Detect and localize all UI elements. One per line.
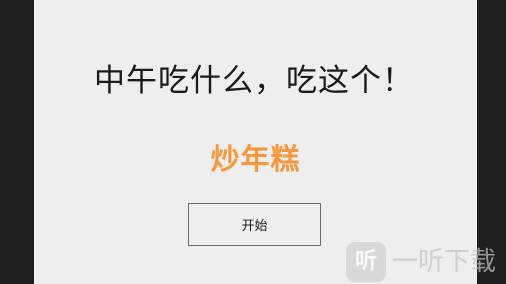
right-black-bar	[477, 0, 506, 284]
app-screen: 中午吃什么，吃这个！ 炒年糕 开始	[34, 0, 477, 284]
start-button[interactable]: 开始	[188, 203, 321, 246]
left-black-bar	[0, 0, 34, 284]
selected-dish: 炒年糕	[210, 142, 301, 176]
prompt-title: 中午吃什么，吃这个！	[94, 63, 414, 99]
